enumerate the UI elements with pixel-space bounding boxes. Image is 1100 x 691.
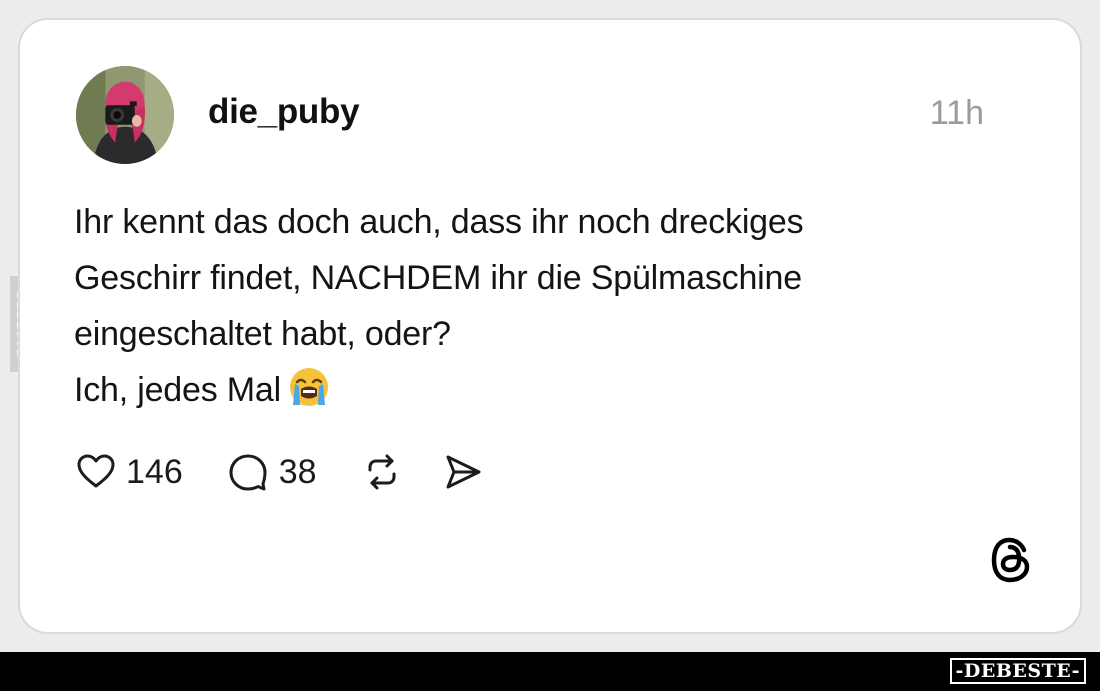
footer-bar: -DEBESTE- [0, 652, 1100, 691]
username[interactable]: die_puby [208, 92, 360, 132]
comment-bubble-icon [229, 454, 267, 491]
post-text-line: Ich, jedes Mal [74, 371, 281, 409]
share-button[interactable] [443, 452, 483, 492]
action-bar: 146 38 [76, 450, 483, 494]
post-text-line: Geschirr findet, NACHDEM ihr die Spülmas… [74, 259, 802, 297]
send-icon [446, 455, 481, 489]
post-timestamp: 11h [929, 94, 984, 132]
repost-button[interactable] [361, 451, 403, 493]
comment-count: 38 [278, 452, 317, 491]
heart-icon [77, 454, 115, 488]
footer-watermark: -DEBESTE- [949, 658, 1086, 684]
post-text-last-line: Ich, jedes Mal [74, 362, 1034, 418]
like-button[interactable]: 146 [76, 452, 183, 492]
post-text-line: eingeschaltet habt, oder? [74, 315, 451, 353]
loudly-crying-face-icon [287, 365, 331, 409]
post-card: die_puby 11h Ihr kennt das doch auch, da… [18, 18, 1082, 634]
avatar-image [76, 66, 174, 164]
repost-icon [368, 454, 396, 490]
comment-button[interactable]: 38 [227, 451, 317, 493]
post-text-line: Ihr kennt das doch auch, dass ihr noch d… [74, 203, 804, 241]
post-text: Ihr kennt das doch auch, dass ihr noch d… [74, 194, 1034, 418]
like-count: 146 [126, 452, 183, 491]
avatar[interactable] [76, 66, 174, 164]
threads-logo-icon[interactable] [988, 534, 1036, 586]
